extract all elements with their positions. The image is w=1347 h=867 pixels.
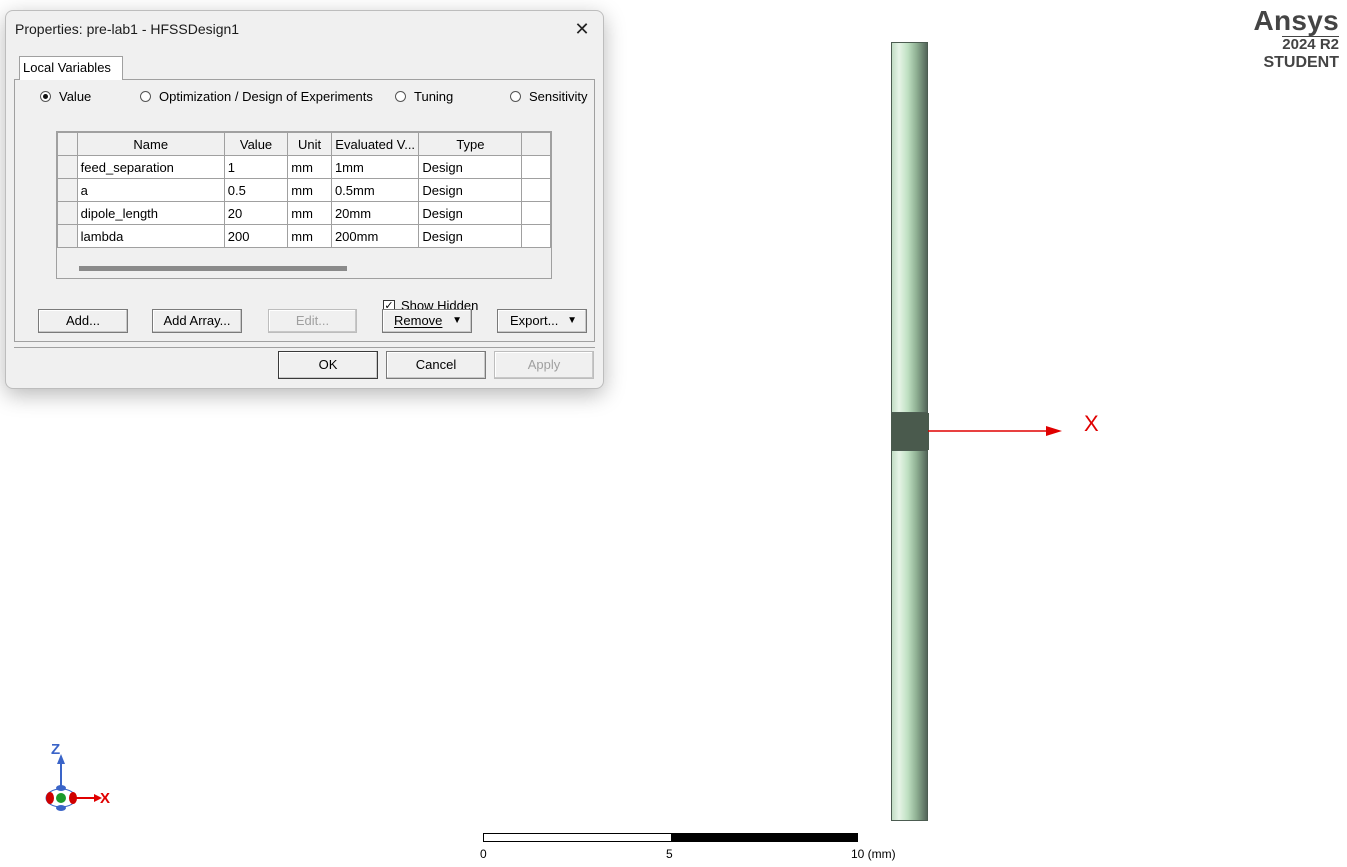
- export-button[interactable]: Export... ▼: [497, 309, 587, 333]
- dropdown-arrow-icon: ▼: [452, 315, 462, 326]
- table-row[interactable]: feed_separation 1 mm 1mm Design: [57, 155, 551, 179]
- column-header-evaluated[interactable]: Evaluated V...: [330, 132, 420, 156]
- cell-unit[interactable]: mm: [287, 201, 332, 225]
- export-label: Export...: [510, 313, 559, 328]
- cell-filler: [521, 201, 551, 225]
- triad-x-label: X: [100, 790, 111, 807]
- cell-type: Design: [418, 201, 523, 225]
- horizontal-scrollbar[interactable]: [59, 260, 549, 276]
- column-header-value[interactable]: Value: [223, 132, 289, 156]
- radio-sensitivity[interactable]: Sensitivity: [510, 89, 588, 104]
- table-row[interactable]: lambda 200 mm 200mm Design: [57, 224, 551, 248]
- cell-value[interactable]: 200: [223, 224, 289, 248]
- column-header-type[interactable]: Type: [418, 132, 523, 156]
- cell-unit[interactable]: mm: [287, 178, 332, 202]
- radio-selected-icon: [40, 91, 51, 102]
- dialog-separator: [14, 347, 595, 348]
- row-header[interactable]: [57, 224, 78, 248]
- cell-name[interactable]: lambda: [76, 224, 225, 248]
- tab-label: Local Variables: [23, 60, 111, 75]
- cell-type: Design: [418, 178, 523, 202]
- dialog-title: Properties: pre-lab1 - HFSSDesign1: [15, 21, 240, 37]
- brand-edition: STUDENT: [1263, 54, 1339, 71]
- radio-icon: [140, 91, 151, 102]
- remove-button[interactable]: Remove ▼: [382, 309, 472, 333]
- cell-value[interactable]: 20: [223, 201, 289, 225]
- dipole-arm-top[interactable]: [891, 42, 928, 413]
- radio-label: Sensitivity: [529, 89, 588, 104]
- radio-label: Optimization / Design of Experiments: [159, 89, 373, 104]
- cell-evaluated: 20mm: [330, 201, 420, 225]
- corner-header: [57, 132, 78, 156]
- cell-evaluated: 1mm: [330, 155, 420, 179]
- dipole-feed-gap[interactable]: [891, 413, 929, 450]
- close-icon[interactable]: ✕: [569, 17, 595, 41]
- radio-tuning[interactable]: Tuning: [395, 89, 453, 104]
- add-array-button[interactable]: Add Array...: [152, 309, 242, 333]
- scale-label-10: 10 (mm): [851, 847, 896, 861]
- brand-version: 2024 R2: [1282, 36, 1339, 53]
- apply-button[interactable]: Apply: [494, 351, 594, 379]
- properties-dialog: Properties: pre-lab1 - HFSSDesign1 ✕ Loc…: [5, 10, 604, 389]
- cell-name[interactable]: feed_separation: [76, 155, 225, 179]
- scrollbar-thumb[interactable]: [79, 266, 347, 271]
- radio-icon: [510, 91, 521, 102]
- scale-label-0: 0: [480, 847, 487, 861]
- edit-button[interactable]: Edit...: [268, 309, 357, 333]
- cell-name[interactable]: dipole_length: [76, 201, 225, 225]
- radio-icon: [395, 91, 406, 102]
- cell-name[interactable]: a: [76, 178, 225, 202]
- cell-filler: [521, 224, 551, 248]
- x-axis-arrow: [928, 426, 1062, 436]
- row-header[interactable]: [57, 201, 78, 225]
- table-row[interactable]: dipole_length 20 mm 20mm Design: [57, 201, 551, 225]
- x-axis-label: X: [1084, 411, 1099, 436]
- cell-type: Design: [418, 224, 523, 248]
- radio-value[interactable]: Value: [40, 89, 91, 104]
- row-header[interactable]: [57, 155, 78, 179]
- cell-filler: [521, 178, 551, 202]
- cell-type: Design: [418, 155, 523, 179]
- brand-name: Ansys: [1253, 5, 1339, 36]
- cancel-button[interactable]: Cancel: [386, 351, 486, 379]
- coordinate-triad: Z X: [40, 740, 120, 820]
- scale-label-5: 5: [666, 847, 673, 861]
- table-row[interactable]: a 0.5 mm 0.5mm Design: [57, 178, 551, 202]
- ok-button[interactable]: OK: [278, 351, 378, 379]
- tab-local-variables[interactable]: Local Variables: [19, 56, 123, 80]
- cell-value[interactable]: 0.5: [223, 178, 289, 202]
- radio-optimization[interactable]: Optimization / Design of Experiments: [140, 89, 373, 104]
- cell-evaluated: 0.5mm: [330, 178, 420, 202]
- cell-value[interactable]: 1: [223, 155, 289, 179]
- column-header-name[interactable]: Name: [76, 132, 225, 156]
- dipole-arm-bottom[interactable]: [891, 450, 928, 821]
- radio-label: Tuning: [414, 89, 454, 104]
- row-header[interactable]: [57, 178, 78, 202]
- radio-label: Value: [59, 89, 92, 104]
- variables-table[interactable]: Name Value Unit Evaluated V... Type feed…: [56, 131, 552, 279]
- cell-unit[interactable]: mm: [287, 155, 332, 179]
- dropdown-arrow-icon: ▼: [567, 315, 577, 326]
- remove-label: Remove: [394, 313, 443, 328]
- cell-filler: [521, 155, 551, 179]
- add-button[interactable]: Add...: [38, 309, 128, 333]
- cell-evaluated: 200mm: [330, 224, 420, 248]
- scale-bar: [483, 833, 858, 842]
- cell-unit[interactable]: mm: [287, 224, 332, 248]
- column-header-filler: [521, 132, 551, 156]
- triad-z-label: Z: [51, 741, 61, 758]
- column-header-unit[interactable]: Unit: [287, 132, 332, 156]
- ansys-brand: Ansys 2024 R2 STUDENT: [1253, 6, 1339, 74]
